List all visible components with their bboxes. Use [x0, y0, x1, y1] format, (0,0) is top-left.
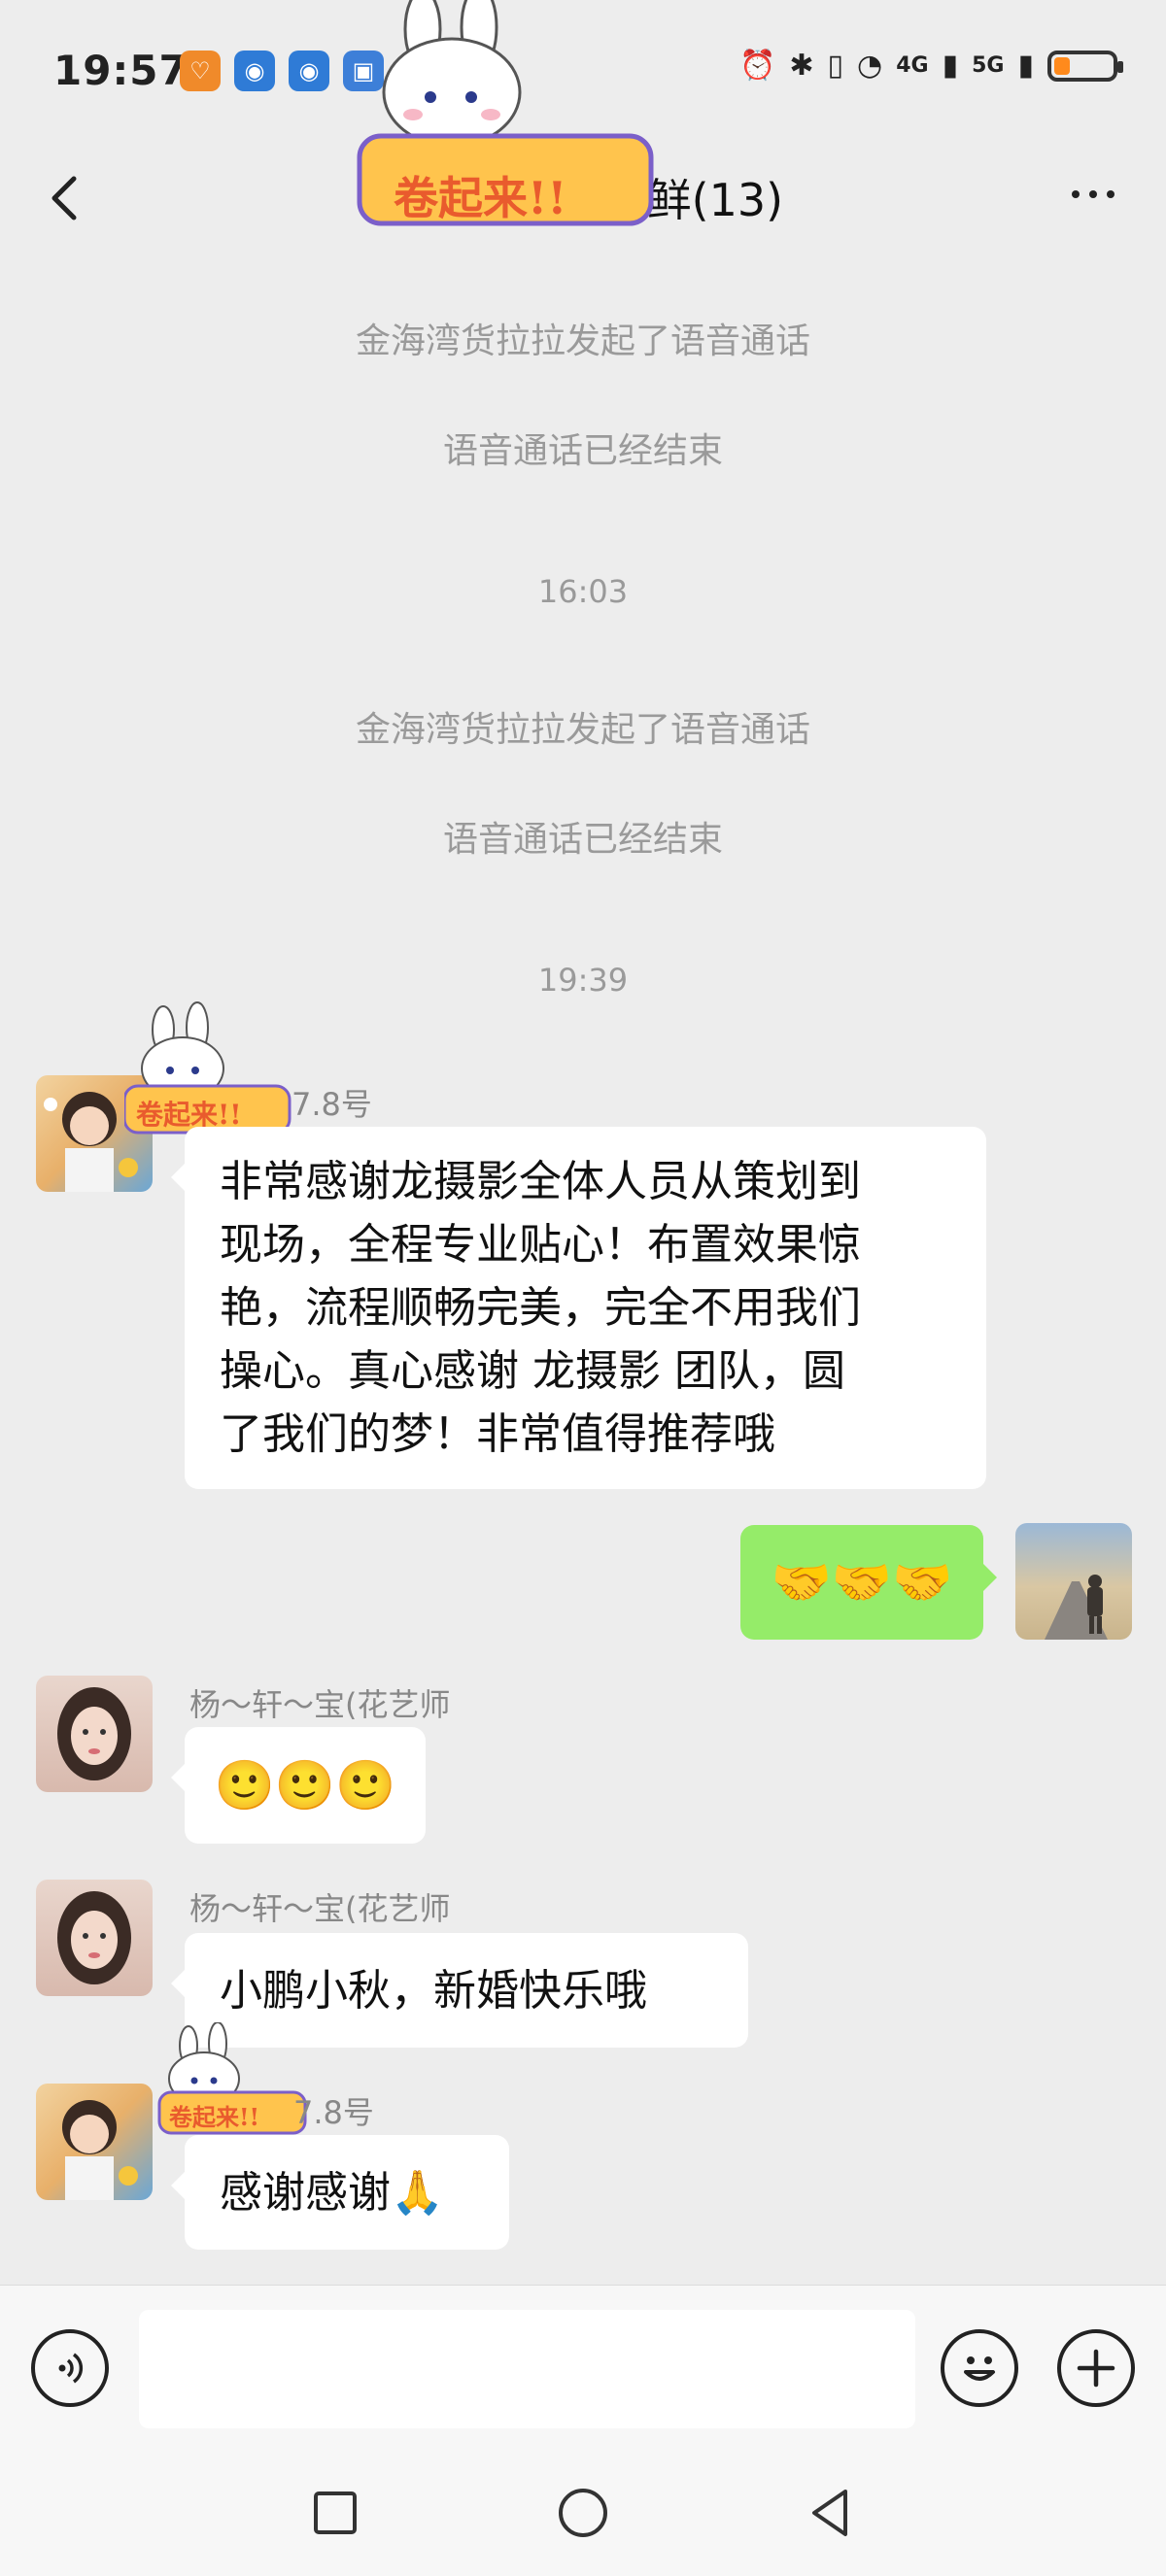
signal-bars-icon-2: ▮	[1017, 49, 1034, 83]
system-message: 语音通话已经结束	[442, 431, 723, 471]
status-time: 19:57	[53, 47, 189, 94]
emoji-icon	[964, 2356, 995, 2381]
avatar[interactable]	[36, 1676, 153, 1792]
message-bubble[interactable]: 非常感谢龙摄影全体人员从策划到 现场，全程专业贴心！布置效果惊 艳，流程顺畅完美…	[171, 1127, 986, 1489]
avatar-image	[57, 1687, 131, 1780]
message-input[interactable]	[139, 2310, 915, 2428]
time-separator: 19:39	[537, 962, 629, 999]
wifi-icon: ◔	[857, 49, 883, 83]
message-line: 现场，全程专业贴心！布置效果惊	[220, 1220, 861, 1270]
input-bar	[0, 2285, 1166, 2451]
voice-icon	[58, 2353, 84, 2384]
home-button[interactable]	[554, 2484, 612, 2542]
avatar-image	[1045, 1575, 1108, 1640]
plus-icon	[1077, 2349, 1115, 2388]
message-line: 艳，流程顺畅完美，完全不用我们	[220, 1283, 861, 1333]
battery-level	[1054, 56, 1070, 75]
bluetooth-icon: ✱	[789, 49, 814, 83]
sticker-text: 卷起来!!	[394, 172, 567, 224]
message-bubble[interactable]: 🙂🙂🙂	[171, 1727, 426, 1844]
bunny-sticker: 卷起来!!	[157, 2021, 313, 2139]
message-text: 🙂🙂🙂	[214, 1756, 396, 1813]
plus-button[interactable]	[1057, 2329, 1135, 2407]
circle-icon	[559, 2489, 607, 2537]
vibrate-icon: ▯	[827, 49, 844, 83]
status-indicators: ⏰ ✱ ▯ ◔ 4G ▮ 5G ▮	[739, 49, 1123, 83]
emoji-button[interactable]	[941, 2329, 1018, 2407]
sender-name: 杨～轩～宝(花艺师	[189, 1890, 451, 1927]
time-separator: 16:03	[537, 573, 629, 610]
more-dots-icon	[1072, 190, 1080, 198]
recents-button[interactable]	[306, 2484, 364, 2542]
system-message: 金海湾货拉拉发起了语音通话	[355, 322, 810, 361]
my-avatar[interactable]	[1015, 1523, 1132, 1640]
signal-bars-icon: ▮	[942, 49, 959, 83]
alarm-icon: ⏰	[739, 49, 776, 83]
system-message: 语音通话已经结束	[442, 820, 723, 860]
notification-app-icon: ♡	[180, 51, 221, 91]
message-bubble-outgoing[interactable]: 🤝🤝🤝	[740, 1525, 997, 1640]
square-icon	[314, 2491, 357, 2534]
header-sticker: 卷起来!!	[355, 0, 666, 233]
browser-app-icon-2: ◉	[289, 51, 329, 91]
triangle-back-icon	[812, 2490, 847, 2536]
sender-name: 7.8号	[293, 2094, 374, 2131]
system-nav-bar	[0, 2450, 1166, 2576]
message-line: 了我们的梦！非常值得推荐哦	[220, 1409, 775, 1459]
sender-name: 7.8号	[292, 1086, 372, 1123]
avatar-image	[62, 2100, 138, 2200]
bunny-sticker: 卷起来!!	[122, 1000, 299, 1136]
status-app-icons: ♡ ◉ ◉ ▣	[180, 51, 384, 91]
message-line: 非常感谢龙摄影全体人员从策划到	[220, 1157, 861, 1206]
browser-app-icon: ◉	[234, 51, 275, 91]
more-button[interactable]	[1059, 165, 1127, 223]
system-message: 金海湾货拉拉发起了语音通话	[355, 710, 810, 750]
message-bubble[interactable]: 感谢感谢🙏	[171, 2135, 509, 2250]
signal-4g: 4G	[896, 53, 929, 78]
avatar-image	[57, 1891, 131, 1984]
sender-name: 杨～轩～宝(花艺师	[189, 1686, 451, 1723]
signal-5g: 5G	[972, 53, 1005, 78]
message-text: 感谢感谢🙏	[220, 2167, 444, 2218]
avatar[interactable]	[36, 1880, 153, 1996]
back-nav-button[interactable]	[802, 2484, 860, 2542]
voice-button[interactable]	[31, 2329, 109, 2407]
sticker-text: 卷起来!!	[169, 2103, 260, 2131]
message-line: 操心。真心感谢 龙摄影 团队，圆	[220, 1346, 845, 1396]
avatar[interactable]	[36, 2084, 153, 2200]
battery-icon	[1047, 50, 1123, 82]
message-text: 🤝🤝🤝	[771, 1553, 953, 1610]
message-text: 小鹏小秋，新婚快乐哦	[220, 1965, 647, 2016]
